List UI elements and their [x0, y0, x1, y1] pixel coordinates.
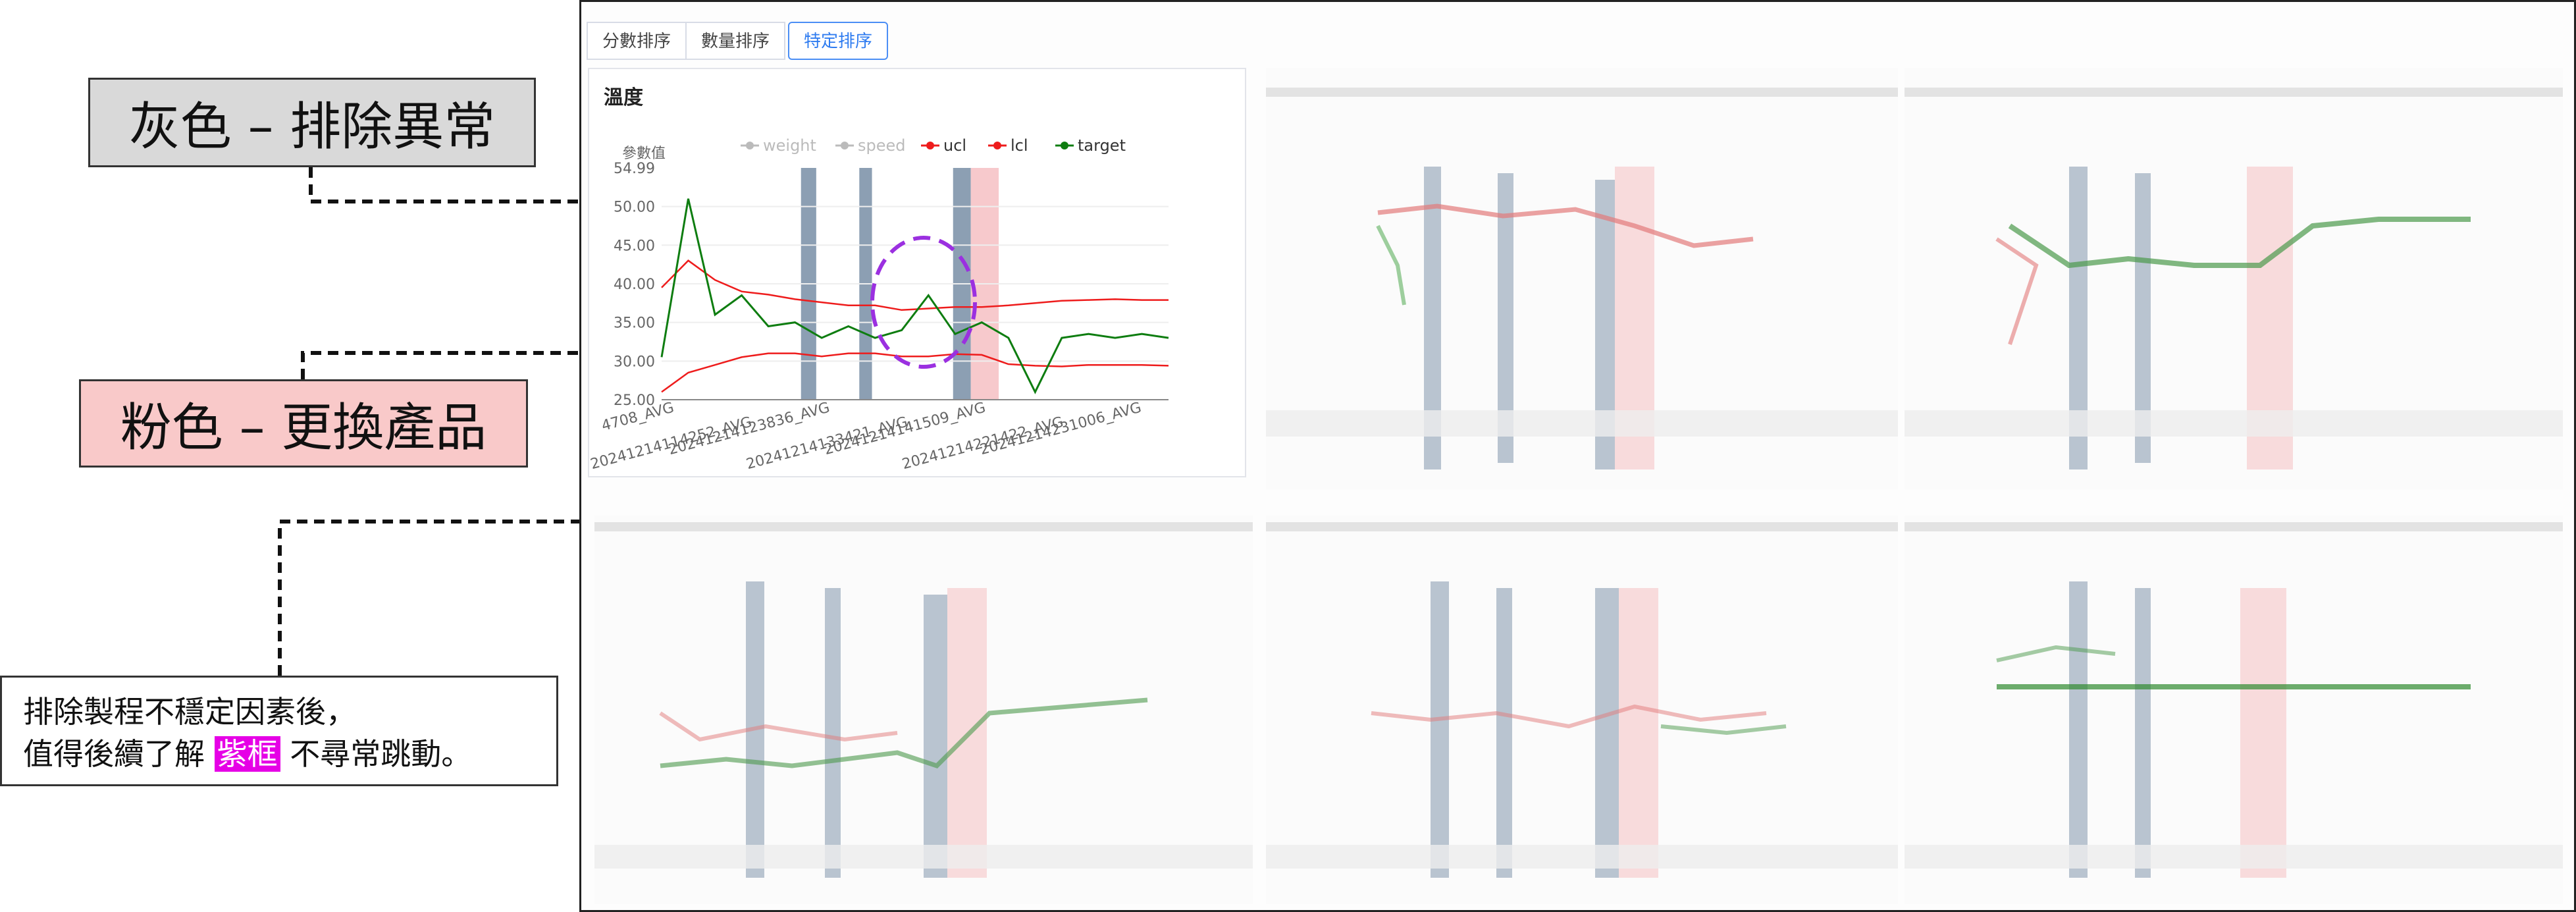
faded-chart-panel-top-right	[1905, 68, 2563, 489]
gray-exclusion-note-text: 灰色 – 排除異常	[128, 97, 496, 157]
temperature-line-chart: 參數值54.9950.0045.0040.0035.0030.0025.0047…	[589, 136, 1169, 473]
note-line-2-prefix: 值得後續了解	[23, 736, 205, 772]
legend-label-target: target	[1078, 136, 1126, 155]
gray-exclusion-note: 灰色 – 排除異常	[88, 78, 536, 167]
note-line-1: 排除製程不穩定因素後，	[23, 694, 356, 730]
pink-product-change-note: 粉色 – 更換產品	[79, 379, 528, 468]
y-tick-max: 54.99	[614, 161, 655, 177]
y-tick-label: 50.00	[614, 200, 655, 216]
purple-highlight-label: 紫框	[214, 736, 280, 772]
purple-circle-explanation-note: 排除製程不穩定因素後， 值得後續了解 紫框 不尋常跳動。	[0, 676, 558, 786]
faded-chart-panel-bottom-right	[1905, 516, 2563, 904]
sort-tabs: 分數排序 數量排序 特定排序	[587, 22, 889, 60]
tab-count-sort[interactable]: 數量排序	[685, 22, 786, 60]
legend-marker-ucl	[926, 142, 934, 149]
note-line-2-suffix: 不尋常跳動。	[290, 736, 472, 772]
dashboard-screenshot: 分數排序 數量排序 特定排序 溫度 參數值 54.99 50.00 45.00 40.0…	[579, 0, 2576, 912]
y-axis-label: 參數值	[622, 146, 666, 162]
y-tick-label: 30.00	[614, 354, 655, 370]
legend-label-lcl: lcl	[1011, 136, 1028, 155]
y-tick-label: 45.00	[614, 238, 655, 254]
series-line-lcl	[661, 352, 1169, 393]
legend-marker-lcl	[993, 142, 1001, 149]
pink-product-change-note-text: 粉色 – 更換產品	[120, 398, 487, 458]
legend-label-ucl: ucl	[943, 136, 966, 155]
legend-marker-target	[1061, 142, 1068, 149]
series-line-ucl	[661, 259, 1169, 311]
note-line-2: 值得後續了解 紫框 不尋常跳動。	[23, 733, 535, 775]
series-line-target	[660, 198, 1169, 394]
faded-chart-panel-bottom-middle	[1266, 516, 1898, 904]
faded-chart-panel-top-middle	[1266, 68, 1898, 489]
legend-label-speed: speed	[858, 136, 906, 155]
faded-chart-panel-bottom-left	[594, 516, 1253, 904]
legend-marker-speed	[841, 142, 849, 149]
legend-marker-weight	[746, 142, 754, 149]
temperature-chart-card: 溫度 參數值 54.99 50.00 45.00 40.00 35.00 30.00 25.0…	[588, 68, 1246, 477]
legend-label-weight: weight	[763, 136, 816, 155]
y-tick-label: 40.00	[614, 277, 655, 293]
y-tick-label: 35.00	[614, 315, 655, 332]
tab-score-sort[interactable]: 分數排序	[587, 22, 687, 60]
tab-specific-sort[interactable]: 特定排序	[788, 22, 889, 60]
